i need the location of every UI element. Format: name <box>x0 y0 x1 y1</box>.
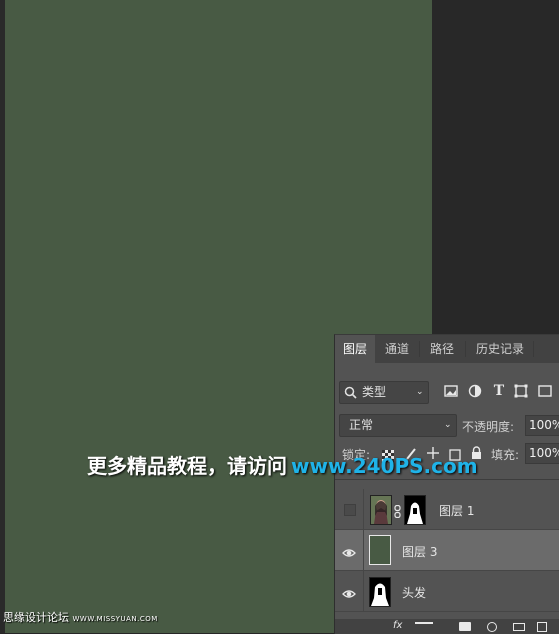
chevron-down-icon: ⌄ <box>444 420 452 430</box>
tab-divider <box>465 341 466 357</box>
add-mask-icon[interactable] <box>459 622 471 631</box>
layer-name[interactable]: 头发 <box>402 584 426 601</box>
tab-divider <box>419 341 420 357</box>
folder-icon[interactable] <box>513 623 525 631</box>
tab-history[interactable]: 历史记录 <box>469 335 531 363</box>
new-adjustment-layer-icon[interactable] <box>487 622 497 632</box>
layer-row[interactable]: 图层 3 <box>335 530 559 571</box>
link-icon[interactable] <box>394 503 401 522</box>
filter-type-label: 类型 <box>362 385 387 399</box>
site-watermark-name: 思缘设计论坛 <box>3 611 69 624</box>
layer-row[interactable]: 图层 1 <box>335 489 559 530</box>
visibility-toggle[interactable] <box>335 571 364 611</box>
layer-mask-thumbnail[interactable] <box>404 495 426 525</box>
eye-icon <box>342 544 356 563</box>
visibility-toggle[interactable] <box>335 489 364 529</box>
fill-input[interactable]: 100% <box>525 443 559 464</box>
fx-icon[interactable]: fx <box>393 620 402 631</box>
tutorial-watermark: 更多精品教程，请访问 www.240PS.com <box>87 451 478 481</box>
panel-tabs: 图层 通道 路径 历史记录 <box>335 335 559 363</box>
type-filter-icon[interactable]: T <box>491 383 507 399</box>
shape-filter-icon[interactable] <box>513 383 529 399</box>
blend-mode-value: 正常 <box>349 418 374 432</box>
blend-mode-select[interactable]: 正常 ⌄ <box>339 414 457 437</box>
site-watermark-url: WWW.MISSYUAN.COM <box>72 615 158 623</box>
watermark-text: 更多精品教程，请访问 <box>87 454 287 478</box>
layer-name[interactable]: 图层 1 <box>439 502 474 519</box>
tab-paths[interactable]: 路径 <box>421 335 463 363</box>
layers-panel: 图层 通道 路径 历史记录 类型 ⌄ T 正常 ⌄ 不透明度: 100% <box>334 334 559 634</box>
opacity-label: 不透明度: <box>462 420 515 434</box>
layer-row[interactable]: 头发 <box>335 571 559 612</box>
link-layers-icon[interactable] <box>415 622 433 624</box>
visibility-off-box <box>344 504 356 516</box>
image-filter-icon[interactable] <box>443 383 459 399</box>
adjustment-filter-icon[interactable] <box>467 383 483 399</box>
smart-object-filter-icon[interactable] <box>537 383 553 399</box>
tab-divider <box>533 341 534 357</box>
layer-name[interactable]: 图层 3 <box>402 543 437 560</box>
watermark-url: www.240PS.com <box>291 454 478 478</box>
fill-label: 填充: <box>491 448 520 462</box>
visibility-toggle[interactable] <box>335 530 364 570</box>
layer-filter-select[interactable]: 类型 ⌄ <box>339 381 429 404</box>
site-watermark: 思缘设计论坛 WWW.MISSYUAN.COM <box>3 609 158 625</box>
search-icon <box>344 382 357 410</box>
layer-thumbnail <box>369 535 391 565</box>
panel-bottom-toolbar: fx <box>335 619 559 634</box>
tab-channels[interactable]: 通道 <box>377 335 417 363</box>
tab-layers[interactable]: 图层 <box>335 335 375 363</box>
layer-thumbnail <box>370 495 392 525</box>
new-layer-icon[interactable] <box>537 622 547 632</box>
eye-icon <box>342 585 356 604</box>
layer-thumbnail <box>369 577 391 607</box>
chevron-down-icon: ⌄ <box>416 387 424 397</box>
opacity-input[interactable]: 100% <box>525 415 559 436</box>
